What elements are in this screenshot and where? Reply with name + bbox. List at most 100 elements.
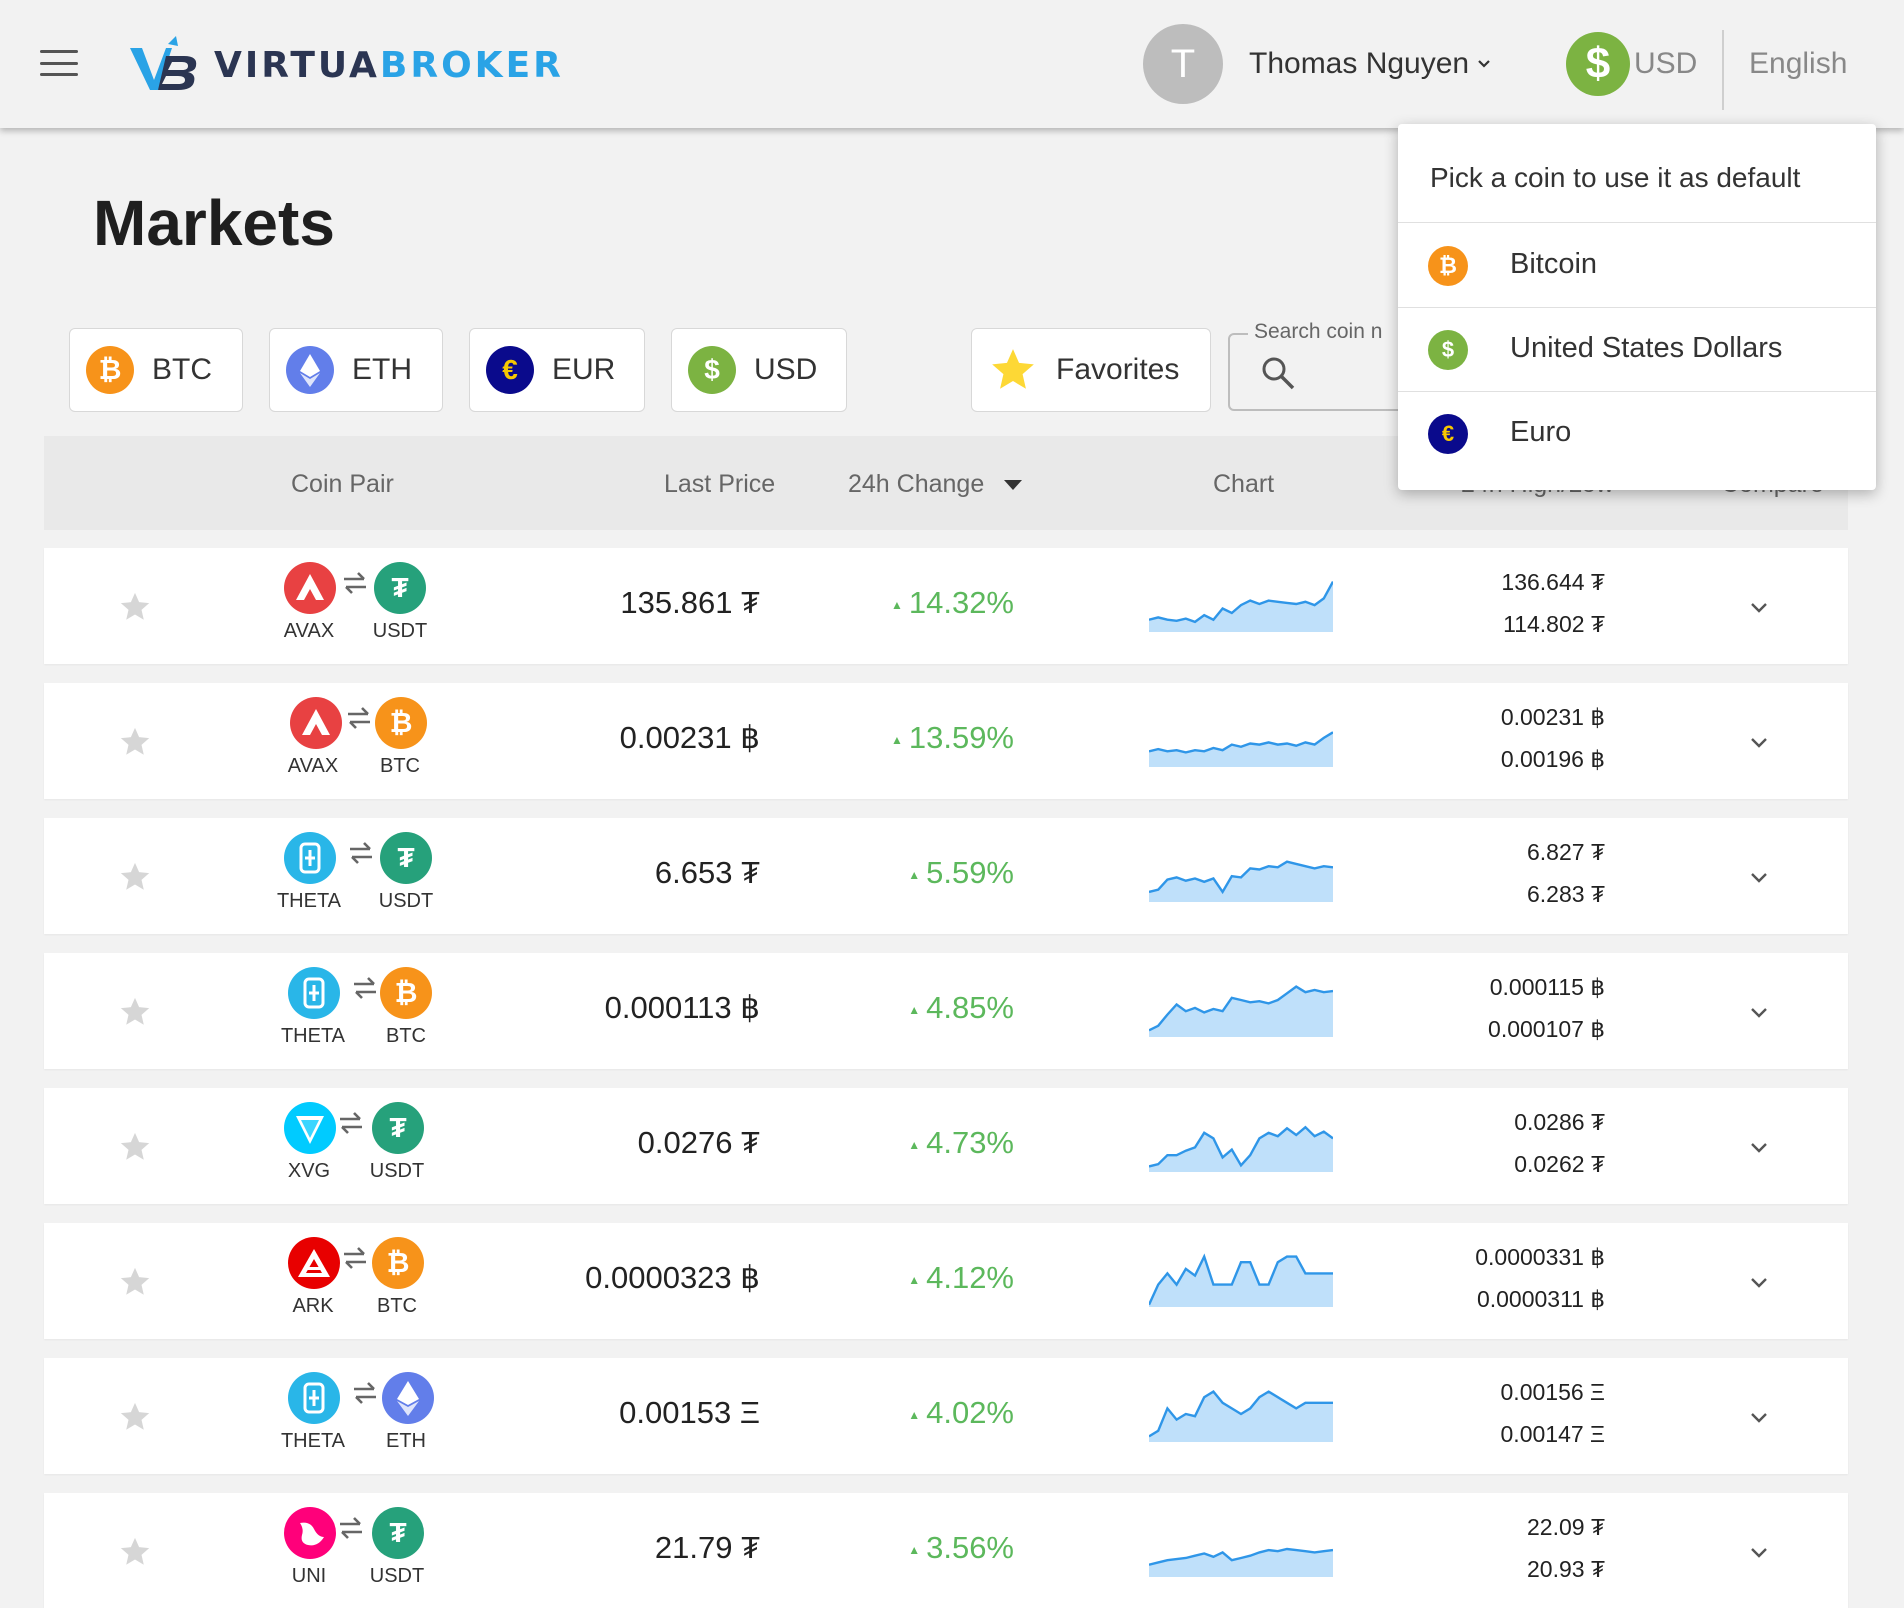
high-24h: 22.09 ₮ [1527,1514,1605,1540]
change-24h: ▲ 3.56% [764,1530,1014,1566]
tether-icon: ₮ [372,1507,424,1559]
favorite-star-icon[interactable] [118,860,152,894]
avalanche-icon [284,562,336,614]
change-value: 4.85% [926,990,1014,1025]
chevron-down-icon[interactable] [1748,1002,1770,1024]
favorite-star-icon[interactable] [118,1130,152,1164]
default-coin-dropdown: Pick a coin to use it as default ₿ Bitco… [1398,124,1876,490]
filter-btn-usd[interactable]: $ USD [671,328,847,412]
change-24h: ▲ 14.32% [764,585,1014,621]
sort-desc-icon [1004,480,1023,490]
user-menu[interactable]: T Thomas Nguyen [1143,24,1491,104]
base-coin-label: ARK [292,1295,334,1317]
col-header-chart: Chart [1213,470,1275,498]
bitcoin-icon: ₿ [86,346,134,394]
up-triangle-icon: ▲ [908,1407,921,1422]
dropdown-item-bitcoin[interactable]: ₿ Bitcoin [1398,224,1876,308]
chevron-down-icon[interactable] [1748,597,1770,619]
currency-selector[interactable]: $ USD [1566,32,1697,96]
swap-arrows-icon [348,707,370,729]
base-coin-label: THETA [280,1025,346,1047]
filter-btn-eur[interactable]: € EUR [469,328,645,412]
chevron-down-icon[interactable] [1748,1542,1770,1564]
quote-coin-label: USDT [372,620,428,642]
menu-icon[interactable] [40,50,78,76]
change-value: 13.59% [908,720,1014,755]
euro-icon: € [486,346,534,394]
high-24h: 0.00231 ฿ [1500,704,1605,730]
dropdown-item-usd[interactable]: $ United States Dollars [1398,308,1876,392]
avatar: T [1143,24,1223,104]
favorite-star-icon[interactable] [118,995,152,1029]
euro-icon: € [1428,414,1468,454]
chevron-down-icon [1478,60,1490,68]
favorite-star-icon[interactable] [118,1535,152,1569]
change-24h: ▲ 4.12% [764,1260,1014,1296]
chevron-down-icon[interactable] [1748,1272,1770,1294]
swap-arrows-icon [354,1382,376,1404]
dollar-icon: $ [1566,32,1630,96]
change-24h: ▲ 4.02% [764,1395,1014,1431]
filter-label: ETH [352,353,412,386]
chevron-down-icon[interactable] [1748,867,1770,889]
user-name: Thomas Nguyen [1249,47,1470,80]
divider [1398,222,1876,223]
sparkline-chart [1149,860,1333,902]
high-24h: 0.00156 Ξ [1500,1379,1605,1405]
quote-coin-label: USDT [378,890,434,912]
sparkline-chart [1149,985,1333,1037]
theta-icon [288,1372,340,1424]
verge-icon [284,1102,336,1154]
high-24h: 6.827 ₮ [1527,839,1605,865]
avalanche-icon [290,697,342,749]
high-24h: 0.0000331 ฿ [1475,1244,1605,1270]
language-selector[interactable]: English [1749,47,1847,81]
swap-arrows-icon [354,977,376,999]
filter-btn-btc[interactable]: ₿ BTC [69,328,243,412]
swap-arrows-icon [340,1517,362,1539]
tether-icon: ₮ [374,562,426,614]
ethereum-icon [286,346,334,394]
swap-arrows-icon [344,1247,366,1269]
filter-btn-eth[interactable]: ETH [269,328,443,412]
last-price: 0.0000323 ฿ [585,1260,760,1295]
favorite-star-icon[interactable] [118,725,152,759]
dropdown-item-label: United States Dollars [1510,332,1783,364]
favorite-star-icon[interactable] [118,590,152,624]
ark-icon [288,1237,340,1289]
last-price: 0.00153 Ξ [619,1395,760,1430]
change-value: 4.02% [926,1395,1014,1430]
sparkline-chart [1149,731,1333,767]
high-24h: 0.000115 ฿ [1489,974,1605,1000]
chevron-down-icon[interactable] [1748,1137,1770,1159]
col-header-pair: Coin Pair [291,470,394,498]
sparkline-chart [1149,1253,1333,1307]
filter-label: USD [754,353,818,386]
change-24h: ▲ 13.59% [764,720,1014,756]
change-value: 3.56% [926,1530,1014,1565]
base-coin-label: XVG [287,1160,331,1182]
low-24h: 0.0262 ₮ [1514,1151,1605,1177]
col-header-change[interactable]: 24h Change [848,470,1023,499]
quote-coin-label: USDT [369,1160,425,1182]
theta-icon [284,832,336,884]
dropdown-item-euro[interactable]: € Euro [1398,392,1876,476]
filter-btn-favorites[interactable]: Favorites [971,328,1211,412]
chevron-down-icon[interactable] [1748,1407,1770,1429]
change-24h: ▲ 4.73% [764,1125,1014,1161]
base-coin-label: AVAX [287,755,339,777]
base-coin-label: AVAX [283,620,335,642]
low-24h: 0.0000311 ฿ [1476,1286,1605,1312]
low-24h: 0.000107 ฿ [1488,1016,1605,1042]
base-coin-label: THETA [276,890,342,912]
chevron-down-icon[interactable] [1748,732,1770,754]
favorite-star-icon[interactable] [118,1265,152,1299]
filter-label: Favorites [1056,353,1180,386]
col-header-last-price[interactable]: Last Price [664,470,775,499]
swap-arrows-icon [350,842,372,864]
favorite-star-icon[interactable] [118,1400,152,1434]
high-24h: 136.644 ₮ [1501,569,1605,595]
up-triangle-icon: ▲ [890,732,903,747]
sparkline-chart [1149,581,1333,632]
logo[interactable]: VIRTUABROKER [128,34,564,96]
